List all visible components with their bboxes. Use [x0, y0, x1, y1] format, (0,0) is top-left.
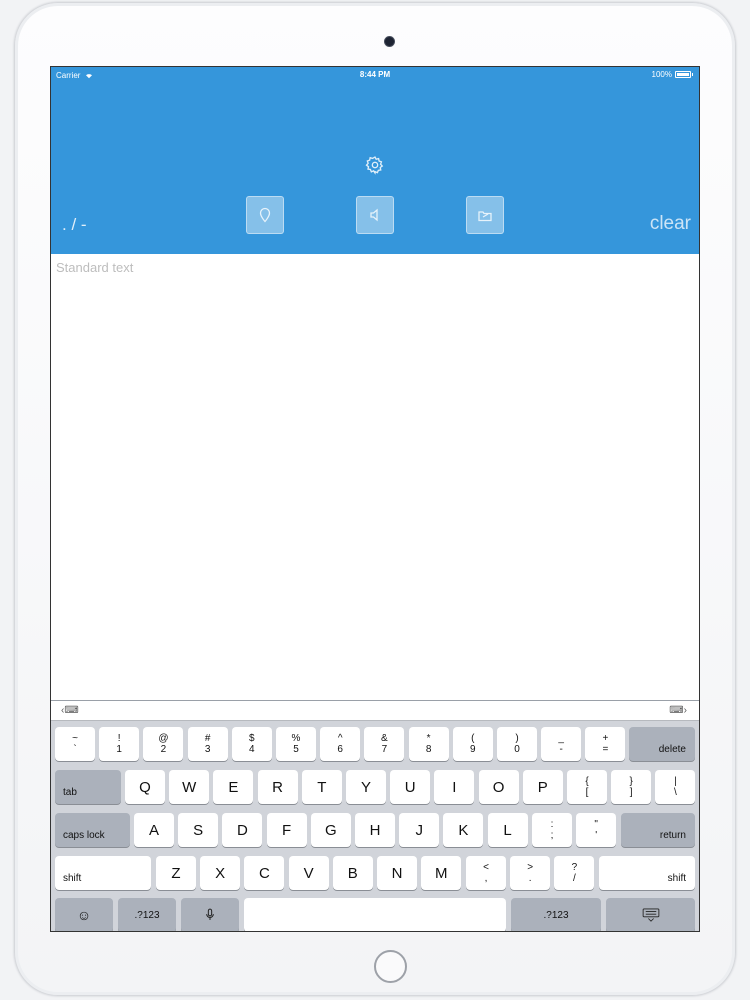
key-3[interactable]: #3 — [187, 727, 228, 761]
mode-label: . / - — [62, 215, 87, 234]
key-l[interactable]: L — [487, 813, 528, 847]
numbers-key-right[interactable]: .?123 — [511, 898, 601, 931]
key-p[interactable]: P — [522, 770, 563, 804]
key-i[interactable]: I — [434, 770, 475, 804]
key-open-bracket[interactable]: {[ — [567, 770, 607, 804]
key-k[interactable]: K — [443, 813, 484, 847]
key-r[interactable]: R — [257, 770, 298, 804]
key-close-bracket[interactable]: }] — [611, 770, 652, 804]
keyboard-row-numbers: ~ `! 1 @2 #3 $4% 5 ^ 6 & 7 * 8(9) 0 _ - + = delete — [51, 727, 699, 763]
caps-lock-key[interactable]: caps lock — [55, 813, 130, 847]
share-button[interactable] — [466, 196, 504, 234]
key-4[interactable]: $4 — [231, 727, 272, 761]
battery-percent: 100% — [651, 70, 672, 79]
key-v[interactable]: V — [288, 856, 329, 890]
undock-keyboard-icon[interactable]: ‹⌨ — [61, 705, 79, 716]
key-1[interactable]: ! 1 — [99, 727, 140, 761]
shift-left-key[interactable]: shift — [55, 856, 151, 890]
key-5[interactable]: % 5 — [276, 727, 316, 761]
key-f[interactable]: F — [266, 813, 307, 847]
speaker-icon — [370, 208, 378, 222]
key-7[interactable]: & 7 — [364, 727, 405, 761]
key-c[interactable]: C — [244, 856, 285, 890]
location-pin-icon — [259, 207, 271, 223]
delete-key[interactable]: delete — [629, 727, 695, 761]
key--[interactable]: _ - — [541, 727, 582, 761]
microphone-icon — [206, 908, 214, 920]
battery-icon — [675, 71, 691, 78]
key-u[interactable]: U — [390, 770, 431, 804]
space-key[interactable] — [244, 898, 506, 931]
key-o[interactable]: O — [478, 770, 519, 804]
app-screen: Carrier 8:44 PM 100% . / - clear Standar… — [50, 66, 700, 932]
key-d[interactable]: D — [222, 813, 263, 847]
key-period[interactable]: >. — [510, 856, 551, 890]
key-j[interactable]: J — [399, 813, 440, 847]
key-slash[interactable]: ? / — [554, 856, 595, 890]
key-h[interactable]: H — [355, 813, 395, 847]
header-panel: Carrier 8:44 PM 100% . / - clear — [51, 67, 699, 254]
shift-right-key[interactable]: shift — [599, 856, 695, 890]
key-m[interactable]: M — [421, 856, 462, 890]
key-y[interactable]: Y — [346, 770, 386, 804]
status-bar: Carrier 8:44 PM 100% — [51, 67, 699, 83]
keyboard-row-qwerty: tab Q W E R T Y U I O P{[}] | \ — [51, 770, 699, 806]
key-q[interactable]: Q — [125, 770, 165, 804]
key-w[interactable]: W — [169, 770, 210, 804]
keyboard-toggle-icon[interactable]: ⌨› — [669, 705, 687, 716]
key-s[interactable]: S — [178, 813, 219, 847]
key-t[interactable]: T — [301, 770, 342, 804]
key-9[interactable]: (9 — [452, 727, 493, 761]
numbers-key-left[interactable]: .?123 — [118, 898, 176, 931]
key-comma[interactable]: <, — [466, 856, 506, 890]
location-pin-button[interactable] — [246, 196, 284, 234]
keyboard-shortcut-bar: ‹⌨ ⌨› — [51, 701, 699, 721]
hide-keyboard-key[interactable] — [606, 898, 695, 931]
key-0[interactable]: ) 0 — [497, 727, 537, 761]
clear-button[interactable]: clear — [650, 213, 691, 235]
battery-indicator: 100% — [652, 70, 693, 79]
key-a[interactable]: A — [134, 813, 174, 847]
on-screen-keyboard: ‹⌨ ⌨› ~ `! 1 @2 #3 $4% 5 ^ 6 & 7 * 8(9) 0 _ - + = delete t… — [51, 700, 699, 931]
key-g[interactable]: G — [310, 813, 351, 847]
key-x[interactable]: X — [200, 856, 241, 890]
keyboard-row-bottom: ☺ .?123 .?123 — [51, 898, 699, 931]
key-=[interactable]: + = — [585, 727, 626, 761]
front-camera — [384, 36, 395, 47]
share-folder-icon — [478, 211, 492, 222]
key-8[interactable]: * 8 — [408, 727, 449, 761]
key-n[interactable]: N — [377, 856, 417, 890]
return-key[interactable]: return — [621, 813, 695, 847]
key-e[interactable]: E — [213, 770, 254, 804]
key-z[interactable]: Z — [156, 856, 196, 890]
home-button[interactable] — [374, 950, 407, 983]
emoji-key[interactable]: ☺ — [55, 898, 113, 931]
text-editor[interactable] — [51, 254, 699, 699]
key-backslash[interactable]: | \ — [655, 770, 696, 804]
dictation-key[interactable] — [181, 898, 239, 931]
speaker-button[interactable] — [356, 196, 394, 234]
keyboard-row-zxcv: shift Z X C V B N M <, >.? / shift — [51, 856, 699, 892]
key-quote[interactable]: " ' — [576, 813, 617, 847]
key-2[interactable]: @2 — [143, 727, 184, 761]
key-`[interactable]: ~ ` — [55, 727, 95, 761]
gear-icon[interactable] — [365, 155, 385, 175]
hide-keyboard-icon — [642, 908, 659, 922]
keyboard-row-asdf: caps lock A S D F G H J K L:; " ' return — [51, 813, 699, 849]
tab-key[interactable]: tab — [55, 770, 121, 804]
status-time: 8:44 PM — [359, 70, 391, 79]
key-semicolon[interactable]: :; — [532, 813, 572, 847]
key-b[interactable]: B — [332, 856, 373, 890]
key-6[interactable]: ^ 6 — [320, 727, 361, 761]
